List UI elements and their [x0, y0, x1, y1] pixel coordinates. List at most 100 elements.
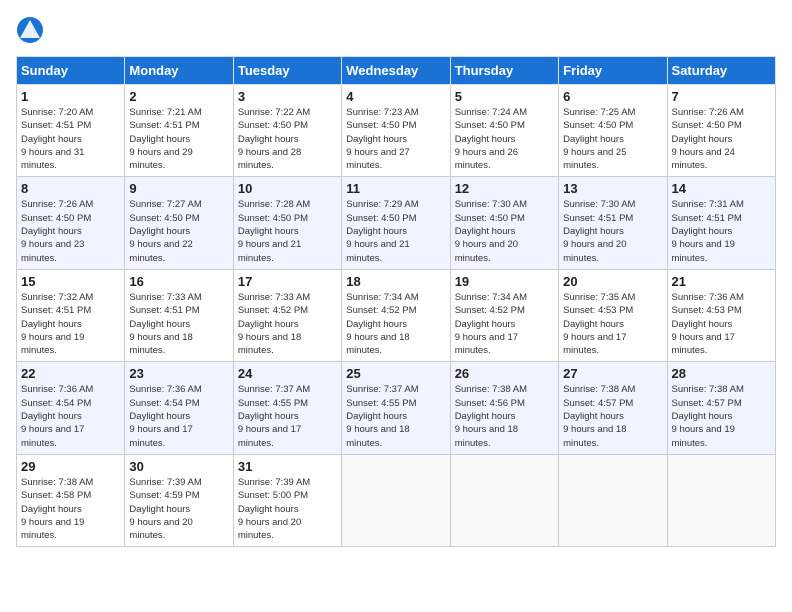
calendar-week-4: 22 Sunrise: 7:36 AMSunset: 4:54 PMDayligh… [17, 362, 776, 454]
calendar: SundayMondayTuesdayWednesdayThursdayFrid… [16, 56, 776, 547]
day-info: Sunrise: 7:35 AMSunset: 4:53 PMDaylight … [563, 291, 662, 357]
day-number: 15 [21, 274, 120, 289]
day-number: 22 [21, 366, 120, 381]
calendar-cell [559, 454, 667, 546]
day-info: Sunrise: 7:21 AMSunset: 4:51 PMDaylight … [129, 106, 228, 172]
logo-icon [16, 16, 44, 44]
day-number: 23 [129, 366, 228, 381]
day-info: Sunrise: 7:34 AMSunset: 4:52 PMDaylight … [346, 291, 445, 357]
day-number: 10 [238, 181, 337, 196]
day-info: Sunrise: 7:27 AMSunset: 4:50 PMDaylight … [129, 198, 228, 264]
calendar-cell: 3Sunrise: 7:22 AMSunset: 4:50 PMDaylight… [233, 85, 341, 177]
day-info: Sunrise: 7:38 AMSunset: 4:58 PMDaylight … [21, 476, 120, 542]
day-info: Sunrise: 7:20 AMSunset: 4:51 PMDaylight … [21, 106, 120, 172]
day-info: Sunrise: 7:25 AMSunset: 4:50 PMDaylight … [563, 106, 662, 172]
day-info: Sunrise: 7:32 AMSunset: 4:51 PMDaylight … [21, 291, 120, 357]
day-header-saturday: Saturday [667, 57, 775, 85]
calendar-cell: 25Sunrise: 7:37 AMSunset: 4:55 PMDayligh… [342, 362, 450, 454]
calendar-cell: 24Sunrise: 7:37 AMSunset: 4:55 PMDayligh… [233, 362, 341, 454]
day-number: 16 [129, 274, 228, 289]
calendar-cell: 30Sunrise: 7:39 AMSunset: 4:59 PMDayligh… [125, 454, 233, 546]
calendar-cell: 23 Sunrise: 7:36 AMSunset: 4:54 PMDayligh… [125, 362, 233, 454]
calendar-cell: 8 Sunrise: 7:26 AMSunset: 4:50 PMDaylight… [17, 177, 125, 269]
calendar-cell [450, 454, 558, 546]
day-number: 18 [346, 274, 445, 289]
calendar-cell: 7 Sunrise: 7:26 AMSunset: 4:50 PMDaylight… [667, 85, 775, 177]
day-header-thursday: Thursday [450, 57, 558, 85]
day-number: 1 [21, 89, 120, 104]
day-number: 26 [455, 366, 554, 381]
calendar-week-3: 15 Sunrise: 7:32 AMSunset: 4:51 PMDayligh… [17, 269, 776, 361]
day-number: 8 [21, 181, 120, 196]
day-info: Sunrise: 7:26 AMSunset: 4:50 PMDaylight … [672, 106, 771, 172]
day-number: 28 [672, 366, 771, 381]
day-number: 20 [563, 274, 662, 289]
calendar-header-row: SundayMondayTuesdayWednesdayThursdayFrid… [17, 57, 776, 85]
day-info: Sunrise: 7:29 AMSunset: 4:50 PMDaylight … [346, 198, 445, 264]
day-info: Sunrise: 7:36 AMSunset: 4:54 PMDaylight … [21, 383, 120, 449]
day-info: Sunrise: 7:23 AMSunset: 4:50 PMDaylight … [346, 106, 445, 172]
day-number: 29 [21, 459, 120, 474]
day-info: Sunrise: 7:38 AMSunset: 4:57 PMDaylight … [672, 383, 771, 449]
day-info: Sunrise: 7:39 AMSunset: 5:00 PMDaylight … [238, 476, 337, 542]
calendar-cell: 21 Sunrise: 7:36 AMSunset: 4:53 PMDayligh… [667, 269, 775, 361]
day-info: Sunrise: 7:30 AMSunset: 4:51 PMDaylight … [563, 198, 662, 264]
day-number: 3 [238, 89, 337, 104]
calendar-cell: 28 Sunrise: 7:38 AMSunset: 4:57 PMDayligh… [667, 362, 775, 454]
day-info: Sunrise: 7:37 AMSunset: 4:55 PMDaylight … [346, 383, 445, 449]
day-number: 12 [455, 181, 554, 196]
day-info: Sunrise: 7:33 AMSunset: 4:51 PMDaylight … [129, 291, 228, 357]
day-number: 4 [346, 89, 445, 104]
day-number: 14 [672, 181, 771, 196]
calendar-cell: 13 Sunrise: 7:30 AMSunset: 4:51 PMDayligh… [559, 177, 667, 269]
calendar-cell [667, 454, 775, 546]
day-header-tuesday: Tuesday [233, 57, 341, 85]
calendar-week-1: 1 Sunrise: 7:20 AMSunset: 4:51 PMDaylight… [17, 85, 776, 177]
logo [16, 16, 48, 44]
calendar-cell: 18 Sunrise: 7:34 AMSunset: 4:52 PMDayligh… [342, 269, 450, 361]
day-info: Sunrise: 7:31 AMSunset: 4:51 PMDaylight … [672, 198, 771, 264]
calendar-cell: 27 Sunrise: 7:38 AMSunset: 4:57 PMDayligh… [559, 362, 667, 454]
calendar-cell: 17Sunrise: 7:33 AMSunset: 4:52 PMDayligh… [233, 269, 341, 361]
day-number: 2 [129, 89, 228, 104]
day-number: 11 [346, 181, 445, 196]
day-number: 31 [238, 459, 337, 474]
calendar-cell: 1 Sunrise: 7:20 AMSunset: 4:51 PMDaylight… [17, 85, 125, 177]
day-info: Sunrise: 7:24 AMSunset: 4:50 PMDaylight … [455, 106, 554, 172]
day-info: Sunrise: 7:38 AMSunset: 4:56 PMDaylight … [455, 383, 554, 449]
day-number: 5 [455, 89, 554, 104]
day-info: Sunrise: 7:26 AMSunset: 4:50 PMDaylight … [21, 198, 120, 264]
day-number: 6 [563, 89, 662, 104]
day-info: Sunrise: 7:30 AMSunset: 4:50 PMDaylight … [455, 198, 554, 264]
calendar-cell: 2 Sunrise: 7:21 AMSunset: 4:51 PMDaylight… [125, 85, 233, 177]
calendar-cell: 19Sunrise: 7:34 AMSunset: 4:52 PMDayligh… [450, 269, 558, 361]
calendar-cell: 10 Sunrise: 7:28 AMSunset: 4:50 PMDayligh… [233, 177, 341, 269]
day-info: Sunrise: 7:33 AMSunset: 4:52 PMDaylight … [238, 291, 337, 357]
calendar-cell: 11 Sunrise: 7:29 AMSunset: 4:50 PMDayligh… [342, 177, 450, 269]
day-header-wednesday: Wednesday [342, 57, 450, 85]
day-info: Sunrise: 7:37 AMSunset: 4:55 PMDaylight … [238, 383, 337, 449]
calendar-cell: 5 Sunrise: 7:24 AMSunset: 4:50 PMDaylight… [450, 85, 558, 177]
calendar-cell: 26 Sunrise: 7:38 AMSunset: 4:56 PMDayligh… [450, 362, 558, 454]
day-info: Sunrise: 7:36 AMSunset: 4:54 PMDaylight … [129, 383, 228, 449]
calendar-cell: 31 Sunrise: 7:39 AMSunset: 5:00 PMDayligh… [233, 454, 341, 546]
calendar-cell: 15 Sunrise: 7:32 AMSunset: 4:51 PMDayligh… [17, 269, 125, 361]
day-number: 13 [563, 181, 662, 196]
day-info: Sunrise: 7:36 AMSunset: 4:53 PMDaylight … [672, 291, 771, 357]
calendar-cell [342, 454, 450, 546]
day-info: Sunrise: 7:28 AMSunset: 4:50 PMDaylight … [238, 198, 337, 264]
calendar-cell: 22 Sunrise: 7:36 AMSunset: 4:54 PMDayligh… [17, 362, 125, 454]
day-number: 7 [672, 89, 771, 104]
day-info: Sunrise: 7:38 AMSunset: 4:57 PMDaylight … [563, 383, 662, 449]
day-number: 21 [672, 274, 771, 289]
day-number: 19 [455, 274, 554, 289]
day-header-monday: Monday [125, 57, 233, 85]
calendar-cell: 6 Sunrise: 7:25 AMSunset: 4:50 PMDaylight… [559, 85, 667, 177]
calendar-week-2: 8 Sunrise: 7:26 AMSunset: 4:50 PMDaylight… [17, 177, 776, 269]
day-number: 27 [563, 366, 662, 381]
day-number: 9 [129, 181, 228, 196]
calendar-cell: 4 Sunrise: 7:23 AMSunset: 4:50 PMDaylight… [342, 85, 450, 177]
day-header-friday: Friday [559, 57, 667, 85]
calendar-cell: 14 Sunrise: 7:31 AMSunset: 4:51 PMDayligh… [667, 177, 775, 269]
calendar-cell: 29 Sunrise: 7:38 AMSunset: 4:58 PMDayligh… [17, 454, 125, 546]
